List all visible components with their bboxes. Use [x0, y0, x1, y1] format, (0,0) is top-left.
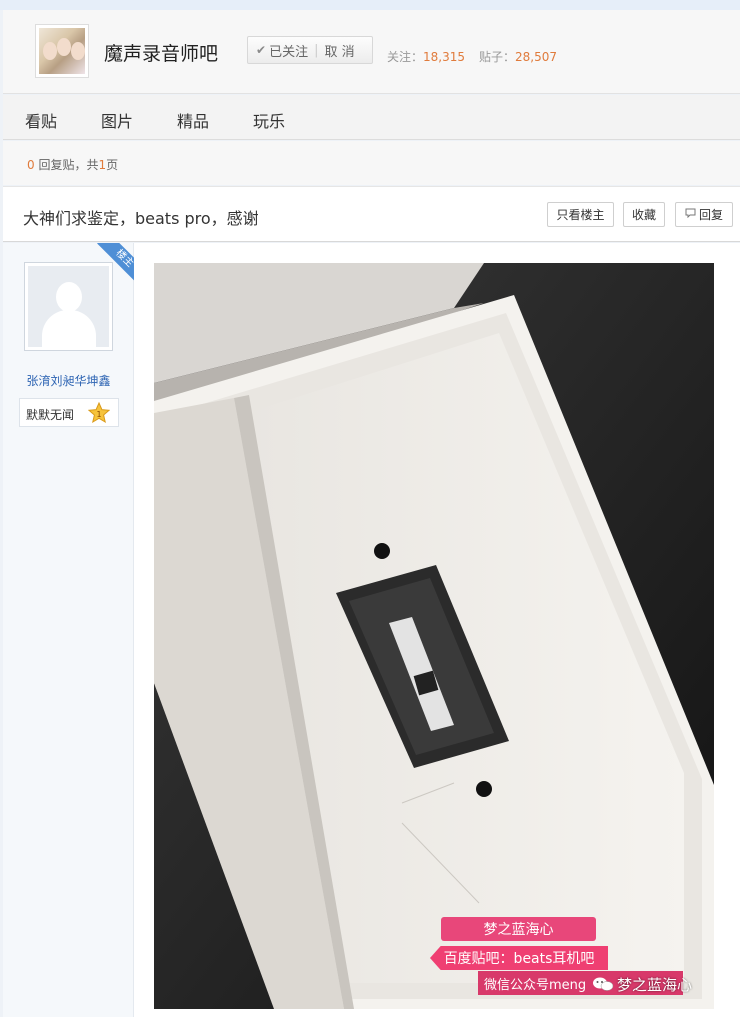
divider: | [314, 42, 319, 58]
page-count: 1 [98, 158, 107, 172]
reply-button[interactable]: 回复 [675, 202, 733, 227]
watermark-title: 梦之蓝海心 [441, 917, 596, 941]
star-badge-icon: 1 [88, 402, 110, 424]
beats-box-photo [154, 263, 714, 1009]
favorite-label: 收藏 [631, 208, 656, 222]
watermark-brand-label: 梦之蓝海心 [617, 975, 693, 994]
comment-icon [685, 208, 696, 221]
watermark-tieba: 百度贴吧：beats耳机吧 [430, 946, 608, 970]
post-title: 大神们求鉴定，beats pro，感谢 [23, 209, 259, 228]
forum-avatar-image [39, 28, 85, 74]
check-icon: ✔ [256, 43, 267, 57]
watermark-brand: 梦之蓝海心 [592, 973, 692, 995]
follow-button[interactable]: ✔ 已关注 | 取 消 [247, 36, 373, 64]
author-column: 楼主 张淯刘昶华坤鑫 默默无闻 1 [3, 243, 134, 1017]
reply-count: 0 [27, 158, 35, 172]
forum-stats: 关注：18,315 贴子：28,507 [387, 48, 557, 65]
tab-featured[interactable]: 精品 [177, 108, 209, 132]
forum-avatar[interactable] [35, 24, 89, 78]
only-op-button[interactable]: 只看楼主 [547, 202, 614, 227]
author-name[interactable]: 张淯刘昶华坤鑫 [3, 372, 134, 389]
top-strip [0, 0, 740, 10]
favorite-button[interactable]: 收藏 [623, 202, 665, 227]
forum-header: 魔声录音师吧 ✔ 已关注 | 取 消 关注：18,315 贴子：28,507 [3, 10, 740, 94]
level-number: 1 [96, 410, 101, 419]
posts-label: 贴子： [479, 50, 516, 64]
default-avatar-icon [28, 266, 109, 347]
follow-label: 已关注 [269, 44, 309, 60]
followers-count: 18,315 [423, 50, 466, 64]
followers-label: 关注： [387, 50, 424, 64]
cancel-follow-label[interactable]: 取 消 [324, 41, 354, 60]
level-title: 默默无闻 [26, 408, 75, 422]
post-photo[interactable]: 梦之蓝海心 百度贴吧：beats耳机吧 微信公众号meng 梦之蓝海心 [154, 263, 714, 1009]
forum-tabs: 看贴 图片 精品 玩乐 [3, 95, 740, 140]
post-title-bar: 大神们求鉴定，beats pro，感谢 只看楼主 收藏 回复 [3, 186, 740, 242]
wechat-icon [593, 977, 614, 991]
posts-count: 28,507 [515, 50, 558, 64]
post-body: 楼主 张淯刘昶华坤鑫 默默无闻 1 梦之蓝海心 百度贴吧：beats耳机吧 微信… [3, 243, 740, 1017]
reply-count-label: 回复贴，共 [38, 158, 99, 172]
author-level[interactable]: 默默无闻 1 [19, 398, 119, 427]
forum-title[interactable]: 魔声录音师吧 [104, 39, 218, 66]
page-count-label: 页 [106, 158, 119, 172]
reply-label: 回复 [698, 208, 723, 222]
reply-info-bar: 0 回复贴，共1页 [3, 141, 740, 185]
tab-posts[interactable]: 看贴 [25, 108, 57, 132]
author-avatar[interactable] [24, 262, 113, 351]
only-op-label: 只看楼主 [556, 208, 605, 222]
tab-fun[interactable]: 玩乐 [253, 108, 285, 132]
tab-pictures[interactable]: 图片 [101, 108, 133, 132]
